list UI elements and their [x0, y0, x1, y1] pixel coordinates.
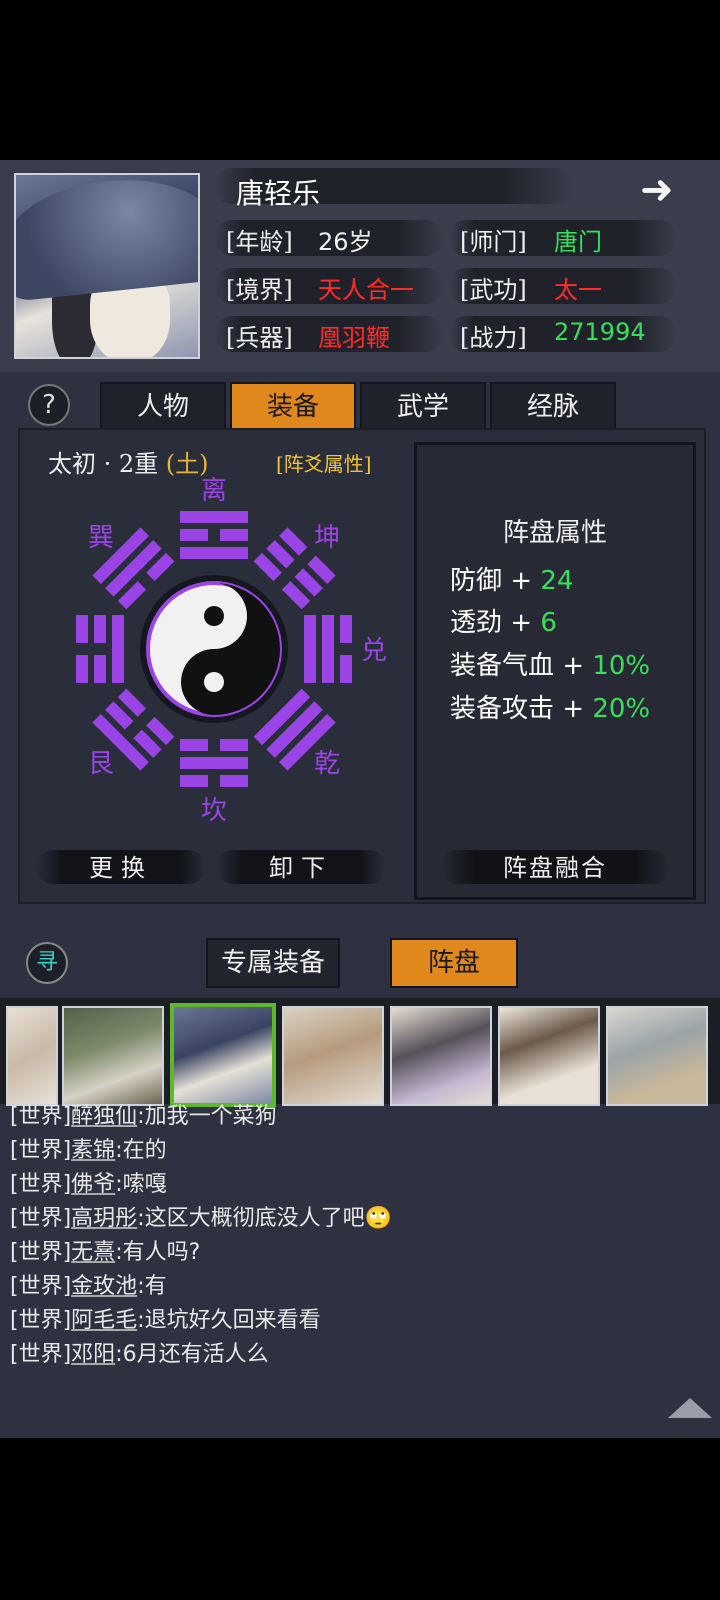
age-label: [年龄]: [226, 228, 293, 256]
portrait-hat: [16, 175, 198, 302]
character-avatar-selected[interactable]: [170, 1003, 276, 1107]
search-icon[interactable]: 寻: [26, 942, 68, 984]
chat-line: [世界]素锦:在的: [10, 1138, 167, 1163]
power-value: 271994: [554, 318, 646, 346]
age-value: 26岁: [318, 228, 373, 256]
character-avatar[interactable]: [282, 1006, 384, 1106]
trigram-symbol: [180, 739, 248, 787]
realm-label: [境界]: [226, 276, 293, 304]
character-portrait[interactable]: [14, 173, 200, 359]
tab-meridians[interactable]: 经脉: [490, 382, 616, 432]
sect-value: 唐门: [554, 228, 602, 256]
change-button[interactable]: 更换: [36, 848, 206, 883]
martial-value: 太一: [554, 276, 602, 304]
bagua-diagram[interactable]: 离坤兑乾坎艮震巽: [70, 474, 396, 824]
trigram-label: 艮: [88, 749, 114, 779]
chat-log[interactable]: [世界]醉独仙:加我一个菜狗 [世界]素锦:在的 [世界]佛爷:嗦嘎 [世界]高…: [10, 1104, 710, 1438]
tab-character[interactable]: 人物: [100, 382, 226, 432]
weapon-value: 凰羽鞭: [318, 324, 390, 352]
trigram-symbol: [76, 615, 124, 683]
character-avatar[interactable]: [390, 1006, 492, 1106]
arrow-right-icon[interactable]: ➜: [640, 170, 696, 210]
martial-label: [武功]: [460, 276, 527, 304]
trigram-label: 坤: [314, 523, 340, 553]
realm-value: 天人合一: [318, 276, 414, 304]
tab-equipment[interactable]: 装备: [230, 382, 356, 432]
chat-line: [世界]高玥彤:这区大概彻底没人了吧🙄: [10, 1206, 392, 1231]
trigram-label: 兑: [361, 636, 387, 666]
chevron-up-icon[interactable]: [668, 1398, 712, 1418]
chat-line: [世界]阿毛毛:退坑好久回来看看: [10, 1308, 321, 1333]
sect-label: [师门]: [460, 228, 527, 256]
chat-line: [世界]邓阳:6月还有活人么: [10, 1342, 269, 1367]
trigram-label: 坎: [201, 796, 227, 824]
trigram-label: 乾: [314, 749, 340, 779]
chat-line: [世界]醉独仙:加我一个菜狗: [10, 1104, 277, 1129]
character-avatar[interactable]: [498, 1006, 600, 1106]
tab-formation-plate[interactable]: 阵盘: [390, 938, 518, 988]
stat-attack: 装备攻击 + 20%: [450, 694, 651, 724]
formation-attr-title: 阵盘属性: [502, 518, 607, 548]
tab-martial-arts[interactable]: 武学: [360, 382, 486, 432]
trigram-label: 巽: [88, 523, 114, 553]
character-name: 唐轻乐: [236, 177, 321, 210]
stat-penetration: 透劲 + 6: [450, 608, 557, 638]
chat-line: [世界]无熹:有人吗?: [10, 1240, 201, 1265]
tab-exclusive-equipment[interactable]: 专属装备: [206, 938, 340, 988]
character-avatar[interactable]: [62, 1006, 164, 1106]
formation-attr-link[interactable]: [阵爻属性]: [276, 448, 372, 477]
chat-line: [世界]佛爷:嗦嘎: [10, 1172, 167, 1197]
trigram-symbol: [304, 615, 352, 683]
stat-hp: 装备气血 + 10%: [450, 651, 651, 681]
trigram-label: 离: [201, 476, 227, 506]
help-icon[interactable]: ?: [28, 384, 70, 426]
chat-line: [世界]金玫池:有: [10, 1274, 167, 1299]
power-label: [战力]: [460, 324, 527, 352]
trigram-symbol: [180, 511, 248, 559]
unload-button[interactable]: 卸下: [216, 848, 386, 883]
character-avatar[interactable]: [606, 1006, 708, 1106]
weapon-label: [兵器]: [226, 324, 293, 352]
stat-defense: 防御 + 24: [450, 566, 574, 596]
character-avatar[interactable]: [6, 1006, 58, 1106]
fuse-button[interactable]: 阵盘融合: [440, 848, 670, 883]
